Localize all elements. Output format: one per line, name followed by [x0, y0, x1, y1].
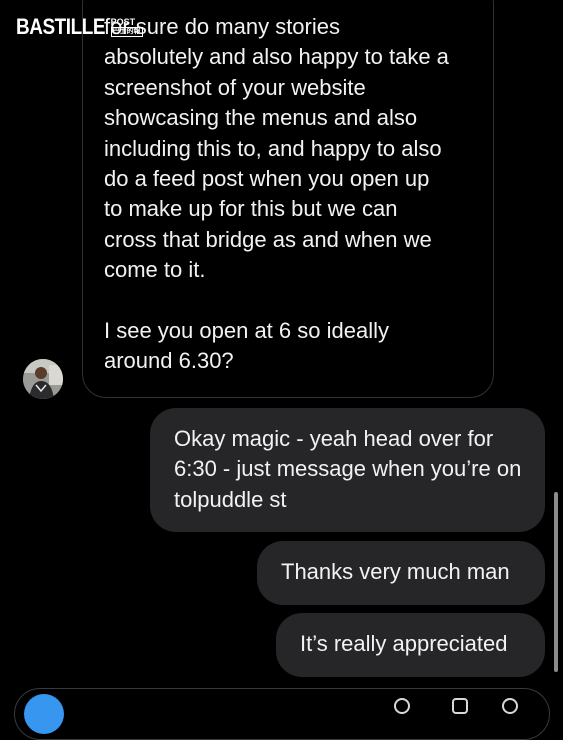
watermark-logo: BASTILLE POST 巴士的報: [16, 14, 143, 40]
scrollbar[interactable]: [554, 492, 558, 672]
watermark-brand-small: POST 巴士的報: [110, 16, 143, 37]
outgoing-message-2[interactable]: Thanks very much man: [257, 541, 545, 605]
incoming-paragraph-1: for sure do many stories absolutely and …: [104, 14, 449, 283]
watermark-brand: BASTILLE: [16, 14, 106, 39]
sender-avatar[interactable]: [23, 359, 63, 399]
incoming-paragraph-2: I see you open at 6 so ideally around 6.…: [104, 317, 389, 374]
incoming-message-text: for sure do many stories absolutely and …: [104, 12, 484, 376]
message-composer[interactable]: [14, 688, 550, 740]
avatar-photo-icon: [23, 359, 63, 399]
gallery-icon[interactable]: [452, 698, 468, 714]
watermark-small-bottom: 巴士的報: [110, 26, 143, 37]
microphone-icon[interactable]: [394, 698, 410, 714]
outgoing-message-1[interactable]: Okay magic - yeah head over for 6:30 - j…: [150, 408, 545, 532]
outgoing-message-3[interactable]: It’s really appreciated: [276, 613, 545, 677]
sticker-icon[interactable]: [502, 698, 518, 714]
watermark-small-top: POST: [110, 16, 136, 27]
camera-icon[interactable]: [24, 694, 64, 734]
